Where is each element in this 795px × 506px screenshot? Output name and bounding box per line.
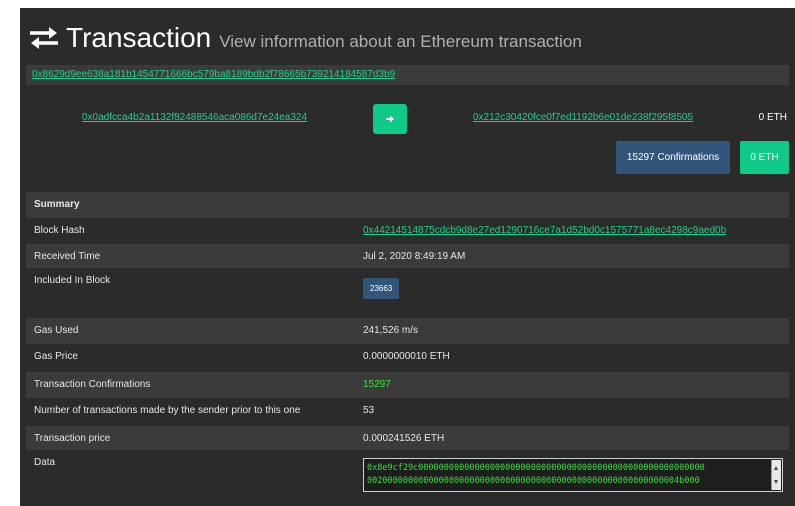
from-address-link[interactable]: 0x0adfcca4b2a1132f82488546aca086d7e24ea3… (82, 112, 307, 123)
transaction-panel: Transaction View information about an Et… (20, 8, 795, 506)
summary-heading: Summary (34, 199, 80, 210)
received-time-row: Received Time Jul 2, 2020 8:49:19 AM (26, 244, 789, 268)
summary-header-row: Summary (26, 192, 789, 218)
summary-table: Summary Block Hash 0x44214514875cdcb9d8e… (26, 192, 789, 498)
included-block-label: Included In Block (34, 275, 111, 286)
gas-used-label: Gas Used (34, 325, 79, 336)
input-data-textarea[interactable]: 0x8e9cf29c000000000000000000000000000000… (363, 458, 783, 492)
block-number-badge[interactable]: 23663 (363, 278, 400, 299)
transaction-hash-bar: 0x8629d9ee638a181b1454771666bc579ba8189b… (26, 65, 789, 85)
confirmations-button[interactable]: 15297 Confirmations (616, 141, 730, 174)
data-row: Data 0x8e9cf29c0000000000000000000000000… (26, 450, 789, 498)
gas-price-row: Gas Price 0.0000000010 ETH (26, 344, 789, 372)
page-title: Transaction (66, 22, 212, 53)
confirmations-row: Transaction Confirmations 15297 (26, 372, 789, 398)
arrow-right-icon (386, 115, 394, 123)
gas-price-label: Gas Price (34, 351, 78, 362)
to-address-link[interactable]: 0x212c30420fce0f7ed1192b6e01de238f295f85… (473, 112, 693, 123)
transaction-price-row: Transaction price 0.000241526 ETH (26, 426, 789, 450)
received-time-value: Jul 2, 2020 8:49:19 AM (363, 251, 466, 262)
gas-used-value: 241,526 m/s (363, 325, 419, 336)
input-data-line: 0x8e9cf29c000000000000000000000000000000… (367, 463, 705, 473)
direction-arrow-button[interactable] (373, 104, 407, 134)
block-hash-link[interactable]: 0x44214514875cdcb9d8e27ed1290716ce7a1d52… (363, 225, 726, 236)
exchange-arrows-icon (30, 27, 58, 49)
input-data-line: 0020000000000000000000000000000000000000… (367, 476, 700, 486)
block-hash-label: Block Hash (34, 225, 85, 236)
gas-price-value: 0.0000000010 ETH (363, 351, 450, 362)
confirmations-value: 15297 (363, 379, 391, 390)
gas-used-row: Gas Used 241,526 m/s (26, 318, 789, 344)
nonce-label: Number of transactions made by the sende… (34, 405, 301, 416)
received-time-label: Received Time (34, 251, 101, 262)
confirmations-label: Transaction Confirmations (34, 379, 151, 390)
transaction-price-value: 0.000241526 ETH (363, 433, 445, 444)
page-subtitle: View information about an Ethereum trans… (219, 32, 582, 51)
nonce-value: 53 (363, 405, 375, 416)
included-block-row: Included In Block 23663 (26, 268, 789, 318)
transaction-price-label: Transaction price (34, 433, 111, 444)
amount-button[interactable]: 0 ETH (740, 141, 789, 174)
nonce-row: Number of transactions made by the sende… (26, 398, 789, 426)
transaction-hash-link[interactable]: 0x8629d9ee638a181b1454771666bc579ba8189b… (32, 69, 395, 80)
block-hash-row: Block Hash 0x44214514875cdcb9d8e27ed1290… (26, 218, 789, 244)
to-amount: 0 ETH (758, 112, 787, 123)
page-header: Transaction View information about an Et… (28, 22, 582, 54)
data-label: Data (34, 457, 56, 468)
data-scrollbar[interactable] (771, 460, 781, 490)
